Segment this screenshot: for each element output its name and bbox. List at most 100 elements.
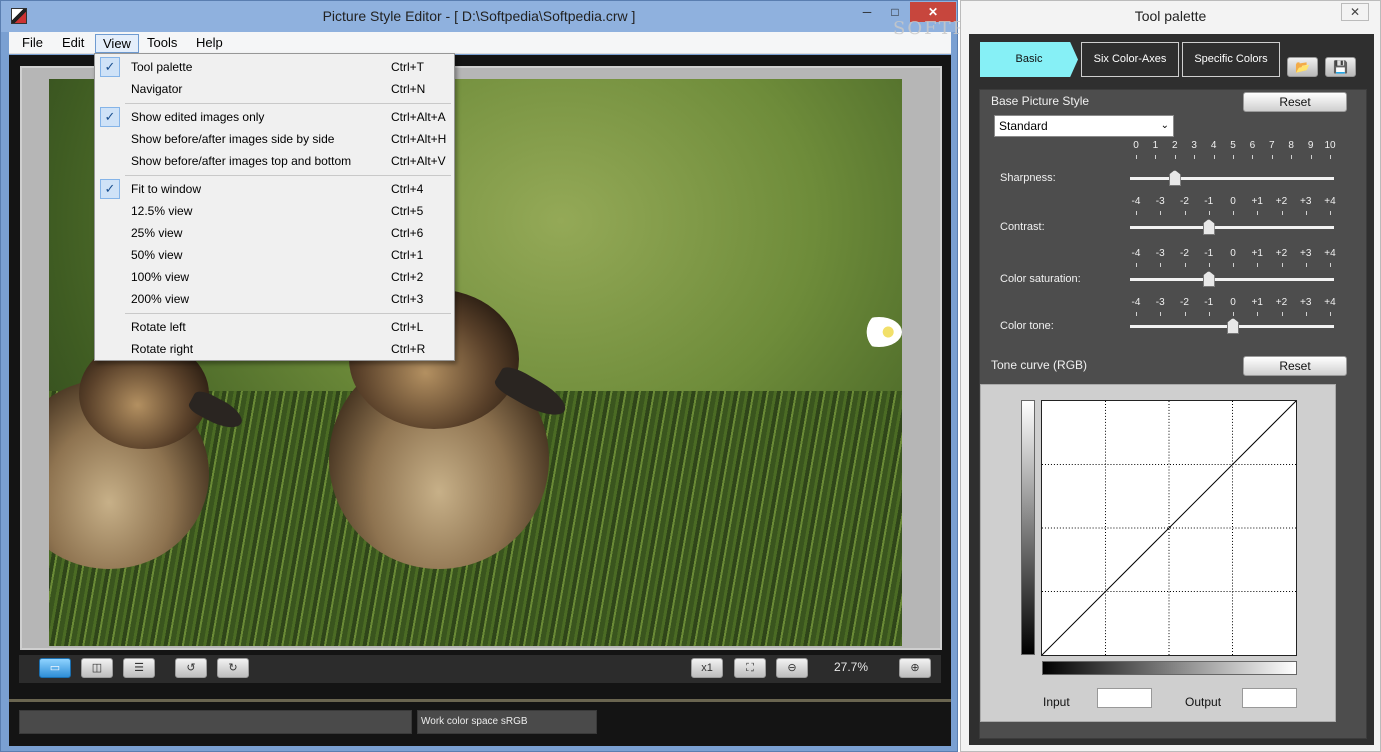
scale-tick <box>1136 312 1137 316</box>
scale-tick <box>1281 312 1283 316</box>
menu-item-label: Rotate right <box>131 342 194 356</box>
tone-curve-line[interactable] <box>1042 401 1296 655</box>
menu-item-12-5-view[interactable]: 12.5% view Ctrl+5 <box>97 200 452 222</box>
sharpness-slider[interactable] <box>1130 177 1334 180</box>
scale-tick-label: 0 <box>1230 297 1236 308</box>
scale-tick <box>1305 211 1307 215</box>
scale-tick <box>1174 155 1176 159</box>
scale-tick-label: 9 <box>1307 140 1314 151</box>
menu-item-navigator[interactable]: Navigator Ctrl+N <box>97 78 452 100</box>
menu-item-top-bottom[interactable]: Show before/after images top and bottom … <box>97 150 452 172</box>
menu-item-side-by-side[interactable]: Show before/after images side by side Ct… <box>97 128 452 150</box>
single-view-button[interactable]: ▭ <box>39 658 71 678</box>
input-gradient-bar <box>1042 661 1297 675</box>
rotate-right-button[interactable]: ↻ <box>217 658 249 678</box>
tab-basic[interactable]: Basic <box>980 42 1078 77</box>
menu-bar: File Edit View Tools Help <box>9 32 951 54</box>
scale-tick <box>1208 211 1210 215</box>
open-file-button[interactable]: 📂 <box>1287 57 1318 77</box>
color-tone-slider-thumb[interactable] <box>1227 318 1239 334</box>
scale-tick-label: +3 <box>1300 297 1312 308</box>
selected-style: Standard <box>999 119 1048 133</box>
top-bottom-button[interactable]: ☰ <box>123 658 155 678</box>
check-icon: ✓ <box>100 107 120 127</box>
scale-tick-label: 0 <box>1230 196 1236 207</box>
menu-item-label: 50% view <box>131 248 183 262</box>
input-field[interactable] <box>1097 688 1152 708</box>
input-label: Input <box>1043 695 1070 709</box>
view-menu-dropdown: ✓ Tool palette Ctrl+T Navigator Ctrl+N ✓… <box>94 53 455 361</box>
scale-tick-label: -2 <box>1180 196 1189 207</box>
scale-tick <box>1155 155 1157 159</box>
menu-view[interactable]: View <box>95 34 139 53</box>
scale-tick <box>1160 211 1162 215</box>
zoom-in-button[interactable]: ⊕ <box>899 658 931 678</box>
menu-item-shortcut: Ctrl+2 <box>391 270 424 284</box>
scale-tick-label: -2 <box>1180 248 1189 259</box>
tool-palette-close-button[interactable]: ✕ <box>1341 3 1369 21</box>
menu-item-rotate-left[interactable]: Rotate left Ctrl+L <box>97 316 452 338</box>
tone-curve-reset-button[interactable]: Reset <box>1243 356 1347 376</box>
color-saturation-slider-thumb[interactable] <box>1202 271 1215 287</box>
sharpness-ticks <box>1132 155 1334 159</box>
menu-file[interactable]: File <box>15 34 50 53</box>
menu-item-shortcut: Ctrl+6 <box>391 226 424 240</box>
menu-help[interactable]: Help <box>189 34 230 53</box>
contrast-slider[interactable] <box>1130 226 1334 229</box>
scale-tick-label: -1 <box>1204 248 1214 259</box>
scale-tick <box>1208 312 1210 316</box>
menu-item-fit-to-window[interactable]: ✓ Fit to window Ctrl+4 <box>97 178 452 200</box>
contrast-scale: -4 -3 -2 -1 0 +1 +2 +3 +4 <box>1130 196 1336 210</box>
menu-edit[interactable]: Edit <box>55 34 91 53</box>
title-bar[interactable]: Picture Style Editor - [ D:\Softpedia\So… <box>1 1 957 32</box>
rotate-left-button[interactable]: ↺ <box>175 658 207 678</box>
tab-specific-colors[interactable]: Specific Colors <box>1182 42 1280 77</box>
menu-item-100-view[interactable]: 100% view Ctrl+2 <box>97 266 452 288</box>
output-gradient-bar <box>1021 400 1035 655</box>
output-field[interactable] <box>1242 688 1297 708</box>
check-icon: ✓ <box>100 179 120 199</box>
scale-tick <box>1208 263 1210 267</box>
scale-tick-label: +1 <box>1251 297 1263 308</box>
sharpness-slider-thumb[interactable] <box>1168 170 1181 186</box>
scale-tick <box>1281 211 1283 215</box>
scale-tick <box>1233 263 1234 267</box>
progress-strip <box>9 699 951 702</box>
menu-item-shortcut: Ctrl+N <box>391 82 426 96</box>
menu-item-rotate-right[interactable]: Rotate right Ctrl+R <box>97 338 452 360</box>
base-style-reset-button[interactable]: Reset <box>1243 92 1347 112</box>
menu-item-tool-palette[interactable]: ✓ Tool palette Ctrl+T <box>97 56 452 78</box>
zoom-x1-button[interactable]: x1 <box>691 658 723 678</box>
zoom-out-button[interactable]: ⊖ <box>776 658 808 678</box>
menu-separator <box>125 313 451 314</box>
save-button[interactable]: 💾 <box>1325 57 1356 77</box>
menu-item-label: Show before/after images side by side <box>131 132 335 146</box>
scale-tick <box>1291 155 1293 159</box>
menu-item-200-view[interactable]: 200% view Ctrl+3 <box>97 288 452 310</box>
menu-item-25-view[interactable]: 25% view Ctrl+6 <box>97 222 452 244</box>
color-saturation-slider[interactable] <box>1130 278 1334 281</box>
menu-tools[interactable]: Tools <box>140 34 184 53</box>
tone-curve-graph[interactable] <box>1041 400 1297 656</box>
scale-tick <box>1305 263 1307 267</box>
contrast-slider-thumb[interactable] <box>1202 219 1215 235</box>
color-tone-ticks <box>1132 312 1334 316</box>
scale-tick-label: +3 <box>1300 196 1312 207</box>
side-by-side-button[interactable]: ◫ <box>81 658 113 678</box>
tab-six-color-axes[interactable]: Six Color-Axes <box>1081 42 1179 77</box>
scale-tick-label: -4 <box>1131 297 1141 308</box>
scale-tick <box>1136 155 1137 159</box>
menu-separator <box>125 103 451 104</box>
base-picture-style-select[interactable]: Standard ⌄ <box>994 115 1174 137</box>
menu-item-shortcut: Ctrl+Alt+H <box>391 132 447 146</box>
fit-window-button[interactable]: ⛶ <box>734 658 766 678</box>
work-color-space-status: Work color space sRGB <box>417 710 597 734</box>
minimize-button[interactable]: ─ <box>854 2 880 22</box>
menu-item-show-edited-only[interactable]: ✓ Show edited images only Ctrl+Alt+A <box>97 106 452 128</box>
menu-item-shortcut: Ctrl+4 <box>391 182 424 196</box>
status-panel-left <box>19 710 412 734</box>
menu-separator <box>125 175 451 176</box>
scale-tick-label: -3 <box>1155 248 1165 259</box>
scale-tick-label: -4 <box>1131 248 1141 259</box>
menu-item-50-view[interactable]: 50% view Ctrl+1 <box>97 244 452 266</box>
